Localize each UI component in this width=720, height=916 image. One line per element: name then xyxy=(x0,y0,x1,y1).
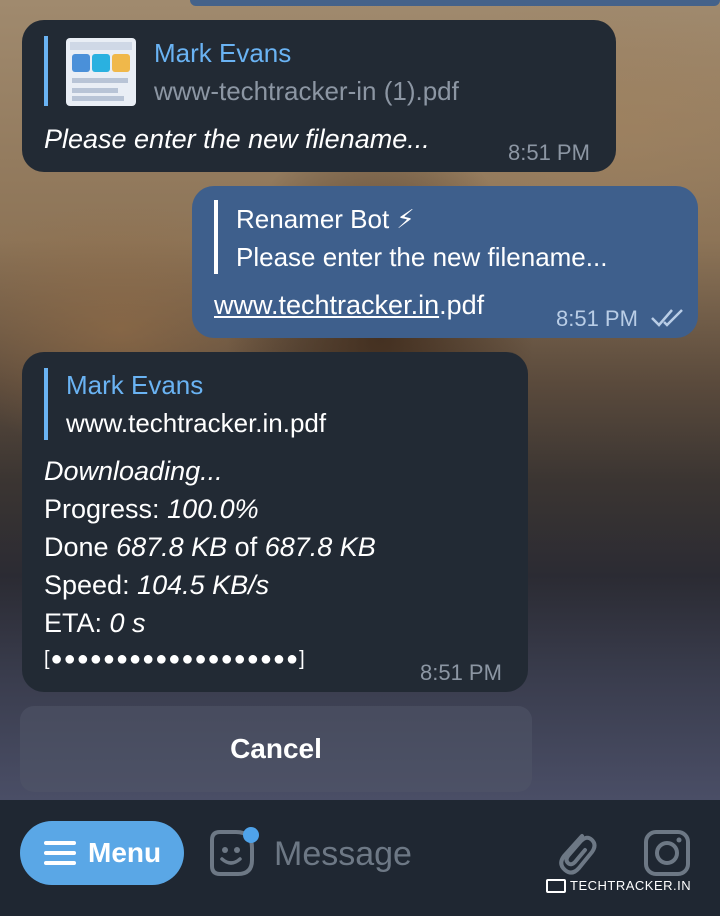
previous-message-edge xyxy=(190,0,720,6)
message-text: www.techtracker.in.pdf xyxy=(214,290,484,321)
progress-value: 100.0% xyxy=(167,494,259,524)
reply-sender-name: Mark Evans xyxy=(66,370,204,400)
reply-quote[interactable] xyxy=(44,368,48,440)
download-heading: Downloading... xyxy=(44,456,223,486)
hamburger-icon xyxy=(44,841,76,865)
speed-value: 104.5 KB/s xyxy=(137,570,270,600)
done-of: of xyxy=(234,532,258,562)
eta-line: ETA: 0 s xyxy=(44,608,146,639)
browser-icon xyxy=(546,878,566,893)
eta-label: ETA: xyxy=(44,608,103,638)
reply-file-name: www.techtracker.in.pdf xyxy=(66,408,327,438)
message-text-suffix: .pdf xyxy=(439,290,485,320)
reply-sender-name: Renamer Bot ⚡ xyxy=(236,204,415,234)
reply-quote[interactable] xyxy=(214,200,218,274)
cancel-button-label: Cancel xyxy=(230,733,322,764)
progress-label: Progress: xyxy=(44,494,160,524)
message-time: 8:51 PM xyxy=(508,140,590,165)
message-link[interactable]: www.techtracker.in xyxy=(214,290,439,320)
cancel-button[interactable]: Cancel xyxy=(20,706,532,792)
message-time: 8:51 PM xyxy=(556,306,638,331)
speed-label: Speed: xyxy=(44,570,130,600)
paperclip-icon[interactable] xyxy=(552,826,600,878)
reply-message-text: Please enter the new filename... xyxy=(236,242,608,272)
done-total: 687.8 KB xyxy=(264,532,376,562)
reply-file-name: www-techtracker-in (1).pdf xyxy=(154,76,459,106)
progress-line: Progress: 100.0% xyxy=(44,494,259,525)
reply-quote[interactable] xyxy=(44,36,48,106)
message-input[interactable] xyxy=(272,828,536,880)
double-check-icon xyxy=(651,309,683,327)
message-time: 8:51 PM xyxy=(420,660,502,685)
done-label: Done xyxy=(44,532,109,562)
watermark: TechTracker.in xyxy=(546,878,691,893)
progress-bar-text: [●●●●●●●●●●●●●●●●●●●] xyxy=(44,648,306,670)
reply-sender-name: Mark Evans xyxy=(154,38,292,68)
done-line: Done 687.8 KB of 687.8 KB xyxy=(44,532,376,563)
pdf-thumbnail[interactable] xyxy=(66,38,136,106)
camera-icon[interactable] xyxy=(642,828,692,878)
menu-button[interactable]: Menu xyxy=(20,821,184,885)
watermark-text: TechTracker.in xyxy=(570,878,692,893)
speed-line: Speed: 104.5 KB/s xyxy=(44,570,269,601)
eta-value: 0 s xyxy=(109,608,146,638)
done-value: 687.8 KB xyxy=(116,532,228,562)
sticker-icon[interactable] xyxy=(206,826,260,880)
message-text: Please enter the new filename... xyxy=(44,124,430,154)
menu-button-label: Menu xyxy=(88,837,162,868)
